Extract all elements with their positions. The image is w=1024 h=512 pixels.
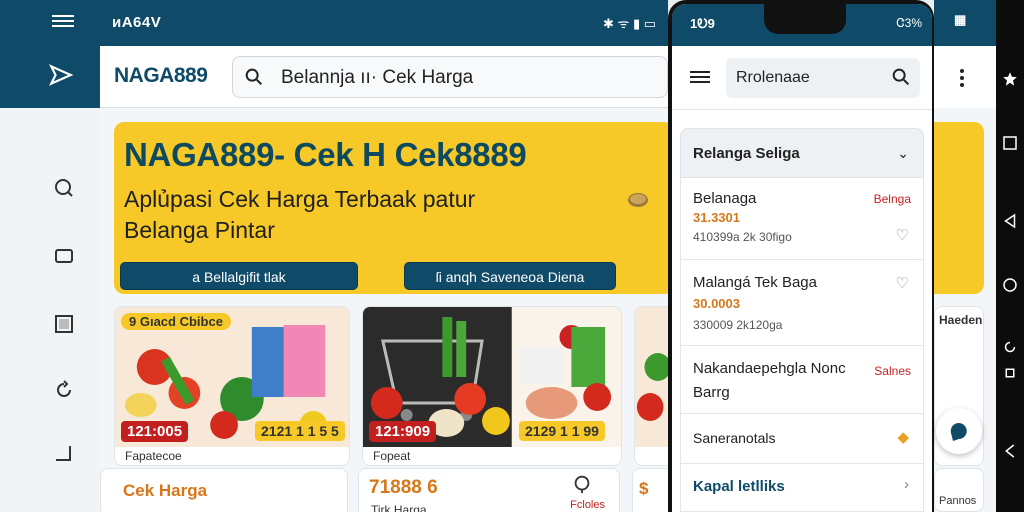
list-item[interactable]: Saneranotals ◆ (680, 414, 924, 464)
phone-frame: 1Ꭷ9 Ꮳ3% Rrolenaae Relanga Seliga ⌄ Belan… (668, 0, 934, 512)
more-menu-icon[interactable] (960, 66, 964, 90)
phone-search-input[interactable]: Rrolenaae (736, 69, 810, 87)
item-name: Kapal letlliks (693, 478, 785, 495)
item-side: Belnga (873, 192, 911, 206)
search-rail-icon[interactable] (52, 176, 76, 200)
list-item[interactable]: Nakandaepehgla Nonc Salnes Barrg (680, 346, 924, 414)
right-card-label: Haeden (939, 313, 983, 327)
promo-banner: NAGA889- Cek H Cek8889 Aplủpasi Cek Harg… (114, 122, 674, 294)
card-caption: Fapatecoe (125, 449, 182, 463)
app-logo[interactable]: NAGA889 (114, 64, 208, 88)
right-bottom-card[interactable]: Pannos (934, 468, 984, 512)
status-icons: ✱ ᯤ ▮ ▭ (602, 16, 656, 31)
item-name: Nakandaepehgla Nonc (693, 360, 846, 377)
tag-icon[interactable]: ◆ (897, 428, 909, 446)
right-status: ▦ (934, 0, 996, 46)
box-icon[interactable] (52, 312, 76, 336)
item-detail: 410399a 2k 30figo (693, 230, 792, 244)
cek-harga-label: Cek Harga (123, 481, 208, 500)
phone-time: 1Ꭷ9 (690, 16, 715, 31)
phone-signal: Ꮳ3% (896, 16, 922, 30)
status-bar: ᴎA64V ✱ ᯤ ▮ ▭ (100, 0, 668, 46)
system-nav-bar (996, 0, 1024, 512)
square-icon[interactable] (1001, 134, 1019, 152)
search-icon[interactable] (890, 66, 912, 88)
list-item[interactable]: Malangá Tek Baga 30.0003 330009 2k120ga … (680, 260, 924, 346)
chat-fab[interactable] (936, 408, 982, 454)
phone-search-bar[interactable]: Rrolenaae (726, 58, 920, 98)
main-app: ᴎA64V ✱ ᯤ ▮ ▭ NAGA889 Belannja ıı· Cek H… (100, 0, 674, 512)
back-triangle-icon[interactable] (1001, 212, 1019, 230)
list-item[interactable]: Belanaga Belnga 31.3301 410399a 2k 30fig… (680, 178, 924, 260)
heart-icon[interactable]: ♡ (896, 226, 909, 244)
price-sub: Tirk Harga (371, 503, 427, 512)
list-item[interactable]: Kapal letlliks › (680, 464, 924, 512)
left-rail-top (0, 0, 100, 108)
phone-screen: 1Ꭷ9 Ꮳ3% Rrolenaae Relanga Seliga ⌄ Belan… (672, 4, 932, 512)
card-caption: Fopeat (373, 449, 411, 463)
screen-root: ᴎA64V ✱ ᯤ ▮ ▭ NAGA889 Belannja ıı· Cek H… (0, 0, 1024, 512)
search-icon (245, 68, 263, 86)
price-label: 71888 6 (369, 477, 438, 498)
refresh-icon[interactable] (52, 378, 76, 402)
home-circle-icon[interactable] (1001, 276, 1019, 294)
heart-icon[interactable]: ♡ (896, 274, 909, 292)
item-detail: 330009 2k120ga (693, 318, 783, 332)
coin-icon (628, 193, 648, 207)
price-card[interactable]: 71888 6 Tirk Harga Fcloles (358, 468, 620, 512)
corner-icon[interactable] (52, 442, 76, 466)
card-price-alt: 2129 1 1 99 (519, 421, 605, 441)
tablet-icon[interactable] (52, 244, 76, 268)
rotate-icon[interactable] (1001, 338, 1019, 356)
item-price: 30.0003 (693, 296, 740, 311)
section-title: Relanga Seliga (693, 145, 800, 162)
search-bar[interactable]: Belannja ıı· Cek Harga (232, 56, 668, 98)
price-right: Fcloles (570, 499, 605, 511)
right-banner (934, 122, 984, 294)
item-sub-name: Barrg (693, 384, 730, 401)
back-icon[interactable] (1001, 442, 1019, 460)
chevron-right-icon[interactable]: › (904, 476, 909, 493)
right-header (934, 46, 996, 108)
phone-notch (764, 4, 846, 34)
star-icon[interactable] (1001, 70, 1019, 88)
item-price: 31.3301 (693, 210, 740, 225)
card-tag: 9 Gıacd Cbibce (121, 313, 231, 330)
product-card[interactable]: 9 Gıacd Cbibce 121:005 2121 1 1 5 5 Fapa… (114, 306, 350, 466)
partial-card[interactable]: $ (632, 468, 672, 512)
bell-icon[interactable] (571, 473, 593, 495)
chat-icon (950, 423, 967, 441)
app-header: NAGA889 Belannja ıı· Cek Harga (100, 46, 668, 108)
right-bottom-label: Pannos (939, 495, 977, 507)
right-status-icon: ▦ (954, 12, 967, 27)
small-square-icon[interactable] (1001, 364, 1019, 382)
status-text: ᴎA64V (112, 14, 162, 31)
item-name: Saneranotals (693, 430, 776, 446)
hamburger-icon[interactable] (690, 68, 710, 86)
banner-button-1[interactable]: a Bellalgifit tlak (120, 262, 358, 290)
phone-header: Rrolenaae (672, 46, 932, 110)
banner-button-2[interactable]: ſi anqh Saveneoa Diena (404, 262, 616, 290)
phone-status-bar: 1Ꭷ9 Ꮳ3% (672, 4, 932, 46)
send-icon[interactable] (48, 62, 74, 88)
phone-list: Relanga Seliga ⌄ Belanaga Belnga 31.3301… (680, 128, 924, 512)
partial-card-glyph: $ (639, 479, 649, 498)
card-price-alt: 2121 1 1 5 5 (255, 421, 345, 441)
banner-subtitle: Aplủpasi Cek Harga Terbaak patur Belanga… (124, 186, 476, 243)
search-input[interactable]: Belannja ıı· Cek Harga (281, 67, 473, 89)
card-price: 121:909 (369, 421, 437, 442)
menu-icon[interactable] (52, 12, 74, 30)
cek-harga-card[interactable]: Cek Harga (100, 468, 348, 512)
left-rail (0, 0, 100, 512)
item-side: Salnes (874, 364, 911, 378)
item-name: Belanaga (693, 190, 757, 207)
banner-title: NAGA889- Cek H Cek8889 (124, 136, 527, 173)
section-header[interactable]: Relanga Seliga ⌄ (680, 128, 924, 178)
item-name: Malangá Tek Baga (693, 274, 817, 291)
product-card[interactable]: 121:909 2129 1 1 99 Fopeat (362, 306, 622, 466)
chevron-down-icon[interactable]: ⌄ (897, 145, 909, 162)
card-price: 121:005 (121, 421, 189, 442)
